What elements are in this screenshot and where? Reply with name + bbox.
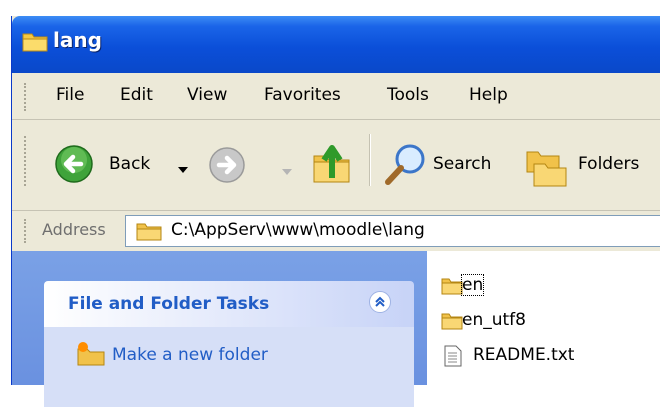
forward-arrow-icon[interactable] (208, 146, 246, 188)
toolbar-grip[interactable] (24, 136, 29, 186)
file-item[interactable]: en_utf8 (462, 310, 526, 330)
forward-dropdown-arrow[interactable] (282, 162, 292, 181)
explorer-window: lang File Edit View Favorites Tools Help… (11, 16, 660, 407)
task-panel-header[interactable]: File and Folder Tasks (44, 281, 414, 327)
task-pane: File and Folder Tasks Make a new folder (12, 251, 427, 407)
folders-icon[interactable] (524, 144, 570, 192)
menu-bar: File Edit View Favorites Tools Help (12, 73, 660, 120)
menubar-grip[interactable] (24, 83, 29, 111)
file-item[interactable]: en (460, 274, 485, 296)
text-file-icon[interactable] (444, 345, 462, 371)
folder-icon[interactable] (441, 312, 463, 334)
task-panel-title: File and Folder Tasks (68, 294, 270, 314)
magnifier-icon[interactable] (382, 140, 430, 192)
standard-toolbar: Back Search Folders (12, 120, 660, 211)
file-folder-tasks-panel: File and Folder Tasks Make a new folder (44, 281, 414, 407)
explorer-content: File and Folder Tasks Make a new folder … (12, 251, 660, 407)
menu-tools[interactable]: Tools (387, 85, 429, 105)
toolbar-separator (369, 134, 371, 186)
folder-icon (22, 30, 48, 56)
search-button[interactable]: Search (433, 154, 491, 174)
address-label: Address (42, 220, 106, 239)
address-grip[interactable] (24, 219, 29, 243)
menu-view[interactable]: View (187, 85, 227, 105)
back-arrow-icon[interactable] (54, 144, 94, 188)
up-folder-icon[interactable] (310, 140, 356, 190)
chevron-up-icon[interactable] (369, 291, 391, 313)
folder-icon (136, 221, 162, 245)
menu-favorites[interactable]: Favorites (264, 85, 341, 105)
address-bar: Address C:\AppServ\www\moodle\lang (12, 211, 660, 251)
make-new-folder-link[interactable]: Make a new folder (112, 345, 268, 365)
title-bar[interactable]: lang (12, 16, 660, 73)
new-folder-icon (76, 341, 106, 371)
menu-edit[interactable]: Edit (120, 85, 153, 105)
back-button[interactable]: Back (109, 154, 150, 174)
menu-file[interactable]: File (56, 85, 84, 105)
address-input[interactable]: C:\AppServ\www\moodle\lang (125, 215, 660, 247)
back-dropdown-arrow[interactable] (178, 160, 188, 179)
address-path: C:\AppServ\www\moodle\lang (171, 220, 425, 240)
menu-help[interactable]: Help (469, 85, 508, 105)
window-title: lang (53, 28, 102, 52)
file-item[interactable]: README.txt (473, 345, 574, 365)
task-panel-body: Make a new folder (44, 327, 414, 407)
folders-button[interactable]: Folders (578, 154, 639, 174)
folder-icon[interactable] (441, 277, 463, 299)
